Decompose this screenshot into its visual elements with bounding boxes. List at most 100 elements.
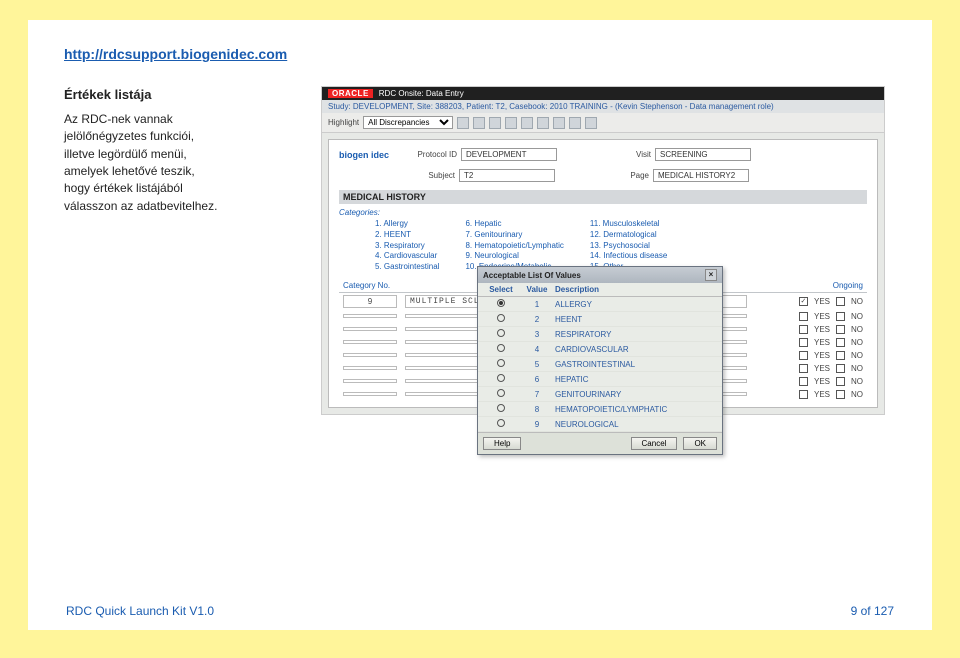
- ongoing-yes-checkbox[interactable]: [799, 351, 808, 360]
- category-item: 1. Allergy: [375, 219, 439, 230]
- ongoing-yes-checkbox[interactable]: [799, 377, 808, 386]
- toolbar-icon[interactable]: [569, 117, 581, 129]
- ongoing-yes-checkbox[interactable]: [799, 338, 808, 347]
- toolbar-icon[interactable]: [521, 117, 533, 129]
- ok-button[interactable]: OK: [683, 437, 717, 450]
- oracle-title-bar: ORACLE RDC Onsite: Data Entry: [322, 87, 884, 100]
- ongoing-no-checkbox[interactable]: [836, 351, 845, 360]
- brand-logo: biogen idec: [339, 150, 389, 160]
- ongoing-yes-checkbox[interactable]: [799, 297, 808, 306]
- select-radio[interactable]: [497, 374, 505, 382]
- category-item: 6. Hepatic: [465, 219, 563, 230]
- highlight-label: Highlight: [328, 118, 359, 127]
- lov-value: 6: [523, 375, 551, 384]
- oracle-logo: ORACLE: [328, 89, 373, 98]
- lov-description: HEENT: [555, 315, 717, 324]
- category-item: 11. Musculoskeletal: [590, 219, 667, 230]
- ongoing-yes-checkbox[interactable]: [799, 364, 808, 373]
- select-radio[interactable]: [497, 329, 505, 337]
- no-label: NO: [851, 297, 863, 306]
- side-line: hogy értékek listájából: [64, 180, 299, 197]
- protocol-id-value: DEVELOPMENT: [461, 148, 557, 161]
- toolbar-icon[interactable]: [553, 117, 565, 129]
- toolbar-icon[interactable]: [489, 117, 501, 129]
- categories-label: Categories:: [339, 206, 375, 217]
- ongoing-yes-checkbox[interactable]: [799, 325, 808, 334]
- category-no-input[interactable]: [343, 392, 397, 396]
- dialog-title: Acceptable List Of Values: [483, 271, 581, 280]
- select-radio[interactable]: [497, 299, 505, 307]
- ongoing-no-checkbox[interactable]: [836, 338, 845, 347]
- cancel-button[interactable]: Cancel: [631, 437, 678, 450]
- toolbar-icon[interactable]: [457, 117, 469, 129]
- lov-value: 8: [523, 405, 551, 414]
- lov-row[interactable]: 7GENITOURINARY: [478, 387, 722, 402]
- lov-row[interactable]: 8 HEMATOPOIETIC/LYMPHATIC: [478, 402, 722, 417]
- ongoing-yes-checkbox[interactable]: [799, 390, 808, 399]
- toolbar-icon[interactable]: [505, 117, 517, 129]
- category-no-input[interactable]: [343, 314, 397, 318]
- category-no-input[interactable]: [343, 366, 397, 370]
- select-radio[interactable]: [497, 404, 505, 412]
- no-label: NO: [851, 377, 863, 386]
- lov-value: 5: [523, 360, 551, 369]
- category-item: 4. Cardiovascular: [375, 251, 439, 262]
- protocol-id-label: Protocol ID: [403, 150, 457, 159]
- side-line: illetve legördülő menüi,: [64, 146, 299, 163]
- help-button[interactable]: Help: [483, 437, 521, 450]
- visit-label: Visit: [597, 150, 651, 159]
- yes-label: YES: [814, 338, 830, 347]
- col-value: Value: [523, 285, 551, 294]
- side-line: amelyek lehetővé teszik,: [64, 163, 299, 180]
- side-title: Értékek listája: [64, 86, 299, 105]
- category-item: 3. Respiratory: [375, 241, 439, 252]
- lov-description: NEUROLOGICAL: [555, 420, 717, 429]
- select-radio[interactable]: [497, 344, 505, 352]
- header-url-link[interactable]: http://rdcsupport.biogenidec.com: [64, 46, 287, 62]
- ongoing-no-checkbox[interactable]: [836, 325, 845, 334]
- select-radio[interactable]: [497, 389, 505, 397]
- ongoing-yes-checkbox[interactable]: [799, 312, 808, 321]
- side-line: Az RDC-nek vannak: [64, 111, 299, 128]
- category-no-input[interactable]: [343, 379, 397, 383]
- lov-description: RESPIRATORY: [555, 330, 717, 339]
- highlight-select[interactable]: All Discrepancies: [363, 116, 453, 129]
- lov-description: GASTROINTESTINAL: [555, 360, 717, 369]
- toolbar-icon[interactable]: [585, 117, 597, 129]
- lov-description: HEMATOPOIETIC/LYMPHATIC: [555, 405, 717, 414]
- lov-value: 4: [523, 345, 551, 354]
- toolbar-row: Highlight All Discrepancies: [322, 113, 884, 133]
- toolbar-icon[interactable]: [537, 117, 549, 129]
- lov-value: 9: [523, 420, 551, 429]
- lov-value: 1: [523, 300, 551, 309]
- select-radio[interactable]: [497, 419, 505, 427]
- lov-row[interactable]: 2 HEENT: [478, 312, 722, 327]
- toolbar-icon[interactable]: [473, 117, 485, 129]
- category-no-input[interactable]: 9: [343, 295, 397, 308]
- select-radio[interactable]: [497, 314, 505, 322]
- no-label: NO: [851, 364, 863, 373]
- lov-row[interactable]: 3 RESPIRATORY: [478, 327, 722, 342]
- ongoing-no-checkbox[interactable]: [836, 364, 845, 373]
- lov-row[interactable]: 4CARDIOVASCULAR: [478, 342, 722, 357]
- subject-value: T2: [459, 169, 555, 182]
- col-select: Select: [483, 285, 519, 294]
- ongoing-no-checkbox[interactable]: [836, 377, 845, 386]
- ongoing-no-checkbox[interactable]: [836, 297, 845, 306]
- lov-row[interactable]: 5 GASTROINTESTINAL: [478, 357, 722, 372]
- yes-label: YES: [814, 325, 830, 334]
- lov-row[interactable]: 9 NEUROLOGICAL: [478, 417, 722, 432]
- select-radio[interactable]: [497, 359, 505, 367]
- close-icon[interactable]: ×: [705, 269, 717, 281]
- lov-row[interactable]: 6HEPATIC: [478, 372, 722, 387]
- category-no-input[interactable]: [343, 353, 397, 357]
- lov-row[interactable]: 1 ALLERGY: [478, 297, 722, 312]
- category-no-input[interactable]: [343, 340, 397, 344]
- ongoing-no-checkbox[interactable]: [836, 390, 845, 399]
- ongoing-no-checkbox[interactable]: [836, 312, 845, 321]
- lov-value: 2: [523, 315, 551, 324]
- lov-description: ALLERGY: [555, 300, 717, 309]
- category-no-input[interactable]: [343, 327, 397, 331]
- lov-value: 3: [523, 330, 551, 339]
- category-item: 9. Neurological: [465, 251, 563, 262]
